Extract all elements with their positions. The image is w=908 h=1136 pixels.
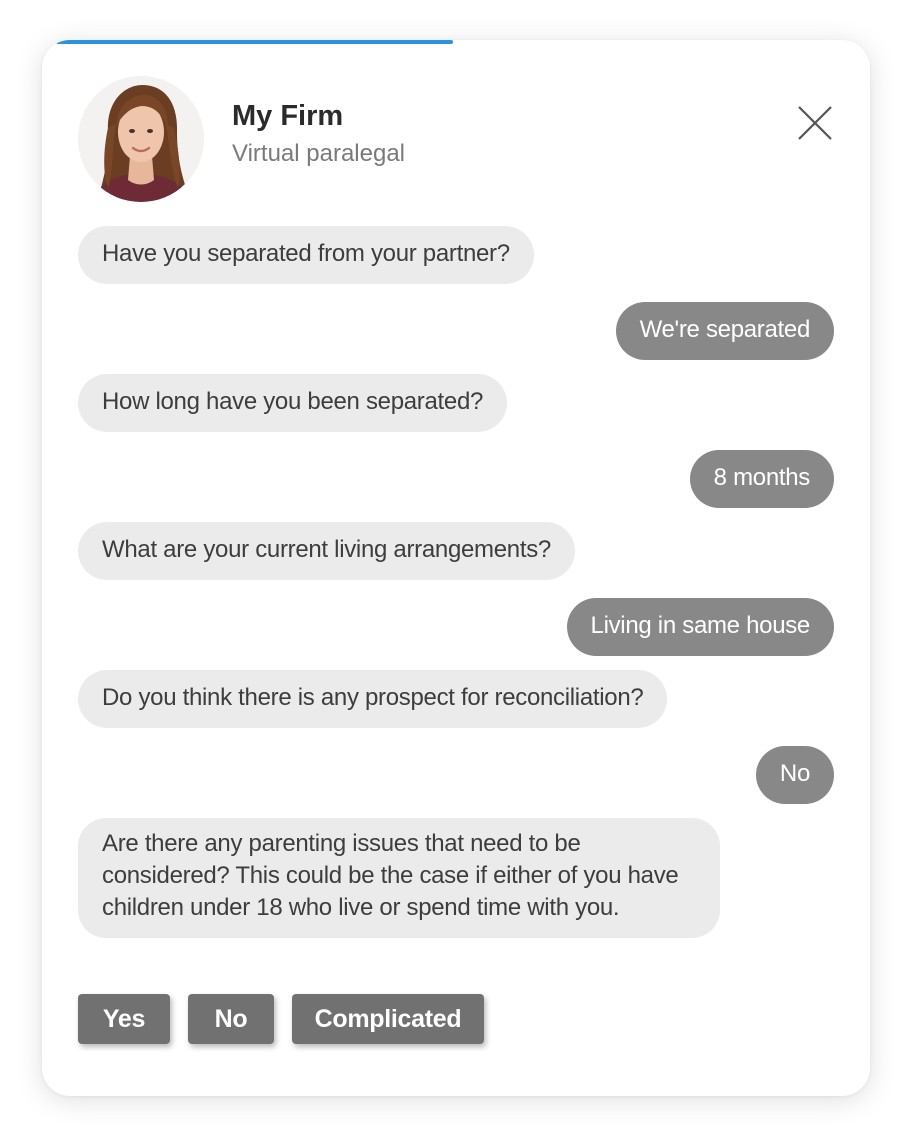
progress-bar-fill xyxy=(56,40,453,44)
assistant-role: Virtual paralegal xyxy=(232,140,406,167)
firm-name: My Firm xyxy=(232,100,344,132)
user-message: We're separated xyxy=(615,302,834,360)
close-icon[interactable] xyxy=(796,104,834,142)
chat-widget: My Firm Virtual paralegal Have you separ… xyxy=(42,40,870,1096)
user-message: No xyxy=(755,746,834,804)
complicated-button[interactable]: Complicated xyxy=(292,994,484,1044)
close-button[interactable] xyxy=(796,104,834,142)
bot-message: Have you separated from your partner? xyxy=(78,226,534,284)
bot-message: Do you think there is any prospect for r… xyxy=(78,670,668,728)
yes-button[interactable]: Yes xyxy=(78,994,170,1044)
user-message: 8 months xyxy=(689,450,834,508)
progress-bar xyxy=(42,40,870,44)
paralegal-portrait xyxy=(78,76,204,202)
bot-message: How long have you been separated? xyxy=(78,374,508,432)
bot-message: Are there any parenting issues that need… xyxy=(78,818,720,938)
user-message: Living in same house xyxy=(566,598,834,656)
no-button[interactable]: No xyxy=(188,994,274,1044)
chat-header: My Firm Virtual paralegal xyxy=(78,76,834,204)
avatar xyxy=(78,76,204,202)
bot-message: What are your current living arrangement… xyxy=(78,522,575,580)
